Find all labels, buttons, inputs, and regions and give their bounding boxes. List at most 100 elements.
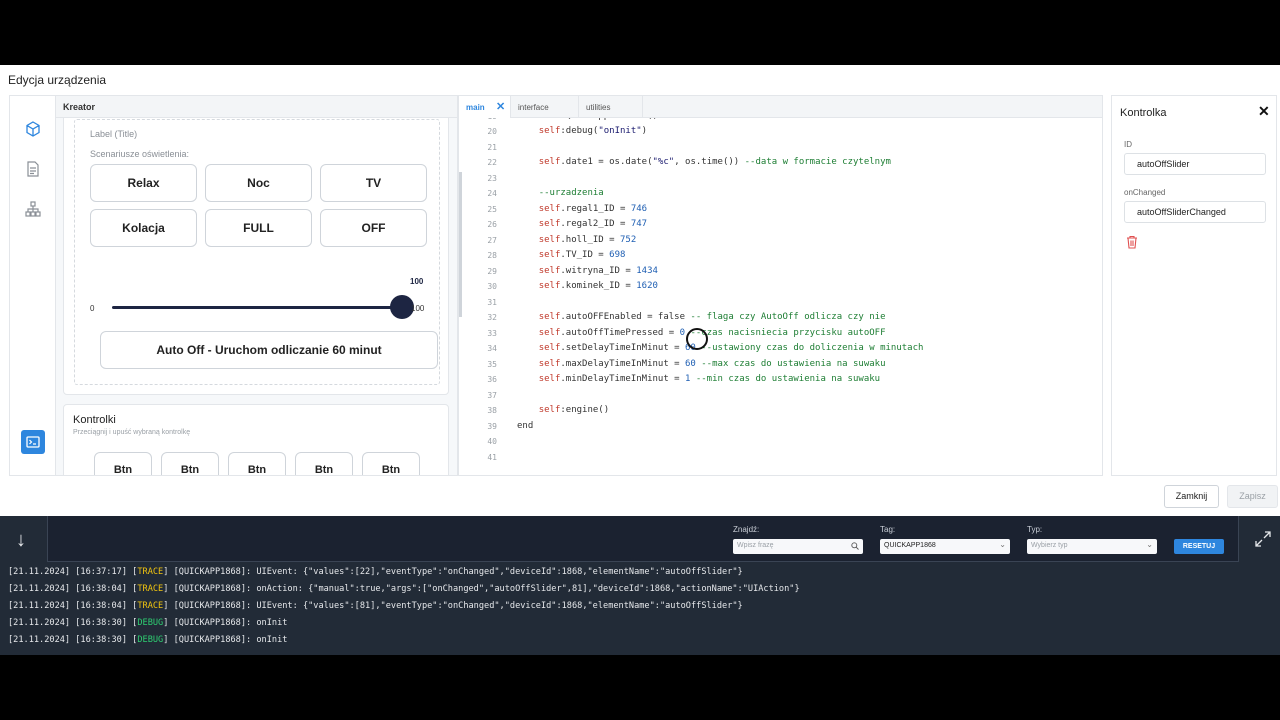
code-area[interactable]: 19function QuickApp:onInit()20 self:debu… [459,118,1102,475]
bracket: [ [127,584,138,594]
code-line[interactable]: 39 end [459,419,1099,434]
type-select[interactable]: Wybierz typ ⌄ [1027,539,1157,554]
code-line[interactable]: 23 [459,171,1099,186]
bracket: ] [163,584,174,594]
chevron-down-icon: ⌄ [1146,540,1153,549]
line-number: 27 [487,236,497,245]
code-line[interactable]: 40 [459,434,1099,449]
tag-select[interactable]: QUICKAPP1868 ⌄ [880,539,1010,554]
code-line[interactable]: 31 [459,295,1099,310]
hierarchy-icon[interactable] [24,200,42,218]
tab-interface[interactable]: interface [511,96,579,118]
close-button[interactable]: Zamknij [1164,485,1219,508]
scene-button-full[interactable]: FULL [205,209,312,247]
scenes-label[interactable]: Scenariusze oświetlenia: [90,149,189,159]
code-text: self.autoOFFEnabled = false -- flaga czy… [538,312,886,322]
code-line[interactable]: 32 self.autoOFFEnabled = false -- flaga … [459,310,1099,325]
close-icon[interactable]: ✕ [1258,103,1270,120]
kontrolka-panel: Kontrolka ✕ ID autoOffSlider onChanged a… [1111,95,1277,476]
line-number: 37 [487,391,497,400]
scene-button-tv[interactable]: TV [320,164,427,202]
log-timestamp: [21.11.2024] [16:37:17] [8,567,127,577]
code-line[interactable]: 29 self.witryna_ID = 1434 [459,264,1099,279]
console-toggle[interactable]: ↓ [0,516,47,562]
palette-button[interactable]: Btn [228,452,286,475]
code-line[interactable]: 38 self:engine() [459,403,1099,418]
kreator-panel: Kreator Label (Title) Scenariusze oświet… [9,95,458,476]
trash-icon[interactable] [1126,235,1138,249]
scene-button-kolacja[interactable]: Kolacja [90,209,197,247]
palette-button[interactable]: Btn [161,452,219,475]
log-timestamp: [21.11.2024] [16:38:30] [8,618,127,628]
dialog-title: Edycja urządzenia [8,73,107,87]
id-label: ID [1124,140,1132,149]
arrow-down-icon[interactable]: ↓ [16,529,26,552]
line-number: 22 [487,158,497,167]
line-number: 31 [487,298,497,307]
palette-button[interactable]: Btn [362,452,420,475]
bracket: ] [163,618,174,628]
code-line[interactable]: 36 self.minDelayTimeInMinut = 1 --min cz… [459,372,1099,387]
expand-icon[interactable] [1254,530,1272,548]
code-line[interactable]: 30 self.kominek_ID = 1620 [459,279,1099,294]
document-icon[interactable] [24,160,42,178]
palette-button[interactable]: Btn [295,452,353,475]
kontrolki-subtitle: Przeciągnij i upuść wybraną kontrolkę [73,429,191,436]
onchanged-field[interactable]: autoOffSliderChanged [1124,201,1266,223]
scene-button-relax[interactable]: Relax [90,164,197,202]
code-text: self.kominek_ID = 1620 [538,281,658,291]
tab-main[interactable]: main ✕ [459,96,511,118]
screen: Edycja urządzenia Kreator Label (Title) … [0,0,1280,720]
onchanged-label: onChanged [1124,188,1166,197]
slider-track[interactable] [112,306,402,309]
code-line[interactable]: 22 self.date1 = os.date("%c", os.time())… [459,155,1099,170]
autooff-button[interactable]: Auto Off - Uruchom odliczanie 60 minut [100,331,438,369]
log-line: [21.11.2024] [16:38:04] [TRACE] [QUICKAP… [8,581,800,598]
code-text: self:debug("onInit") [538,126,648,136]
search-icon [851,542,859,550]
code-text: self.maxDelayTimeInMinut = 60 --max czas… [538,359,886,369]
code-line[interactable]: 37 [459,388,1099,403]
line-number: 28 [487,251,497,260]
code-text: self.regal2_ID = 747 [538,219,648,229]
code-line[interactable]: 35 self.maxDelayTimeInMinut = 60 --max c… [459,357,1099,372]
kreator-body: Label (Title) Scenariusze oświetlenia: R… [56,118,457,475]
code-text: self.regal1_ID = 746 [538,204,648,214]
search-placeholder: Wpisz frazę [737,542,774,549]
label-title[interactable]: Label (Title) [90,129,137,139]
code-editor[interactable]: main ✕ interface utilities 19function Qu… [458,95,1103,476]
code-line[interactable]: 26 self.regal2_ID = 747 [459,217,1099,232]
bracket: [ [127,635,138,645]
save-button[interactable]: Zapisz [1227,485,1278,508]
line-number: 39 [487,422,497,431]
console-icon[interactable] [21,430,45,454]
line-number: 35 [487,360,497,369]
search-label: Znajdź: [733,525,760,534]
reset-button[interactable]: RESETUJ [1174,539,1224,554]
tab-utilities[interactable]: utilities [579,96,643,118]
code-line[interactable]: 21 [459,140,1099,155]
id-field[interactable]: autoOffSlider [1124,153,1266,175]
code-line[interactable]: 34 self.setDelayTimeInMinut = 60 --ustaw… [459,341,1099,356]
code-line[interactable]: 20 self:debug("onInit") [459,124,1099,139]
search-input[interactable]: Wpisz frazę [733,539,863,554]
code-line[interactable]: 41 [459,450,1099,465]
code-text: self.minDelayTimeInMinut = 1 --min czas … [538,374,881,384]
close-icon[interactable]: ✕ [496,100,505,113]
editor-tabs: main ✕ interface utilities [459,96,1102,118]
log-level: TRACE [137,601,164,611]
code-line[interactable]: 25 self.regal1_ID = 746 [459,202,1099,217]
palette-button[interactable]: Btn [94,452,152,475]
cube-icon[interactable] [24,120,42,138]
chevron-down-icon: ⌄ [999,540,1006,549]
code-line[interactable]: 27 self.holl_ID = 752 [459,233,1099,248]
scene-button-noc[interactable]: Noc [205,164,312,202]
code-line[interactable]: 28 self.TV_ID = 698 [459,248,1099,263]
console-log-list[interactable]: [21.11.2024] [16:37:17] [ TRACE] [QUICKAP… [8,564,1270,655]
line-number: 23 [487,174,497,183]
log-message: [QUICKAPP1868]: UIEvent: {"values":[81],… [173,601,743,611]
log-timestamp: [21.11.2024] [16:38:04] [8,601,127,611]
code-line[interactable]: 24 --urzadzenia [459,186,1099,201]
scene-button-off[interactable]: OFF [320,209,427,247]
code-line[interactable]: 33 self.autoOffTimePressed = 0 --czas na… [459,326,1099,341]
